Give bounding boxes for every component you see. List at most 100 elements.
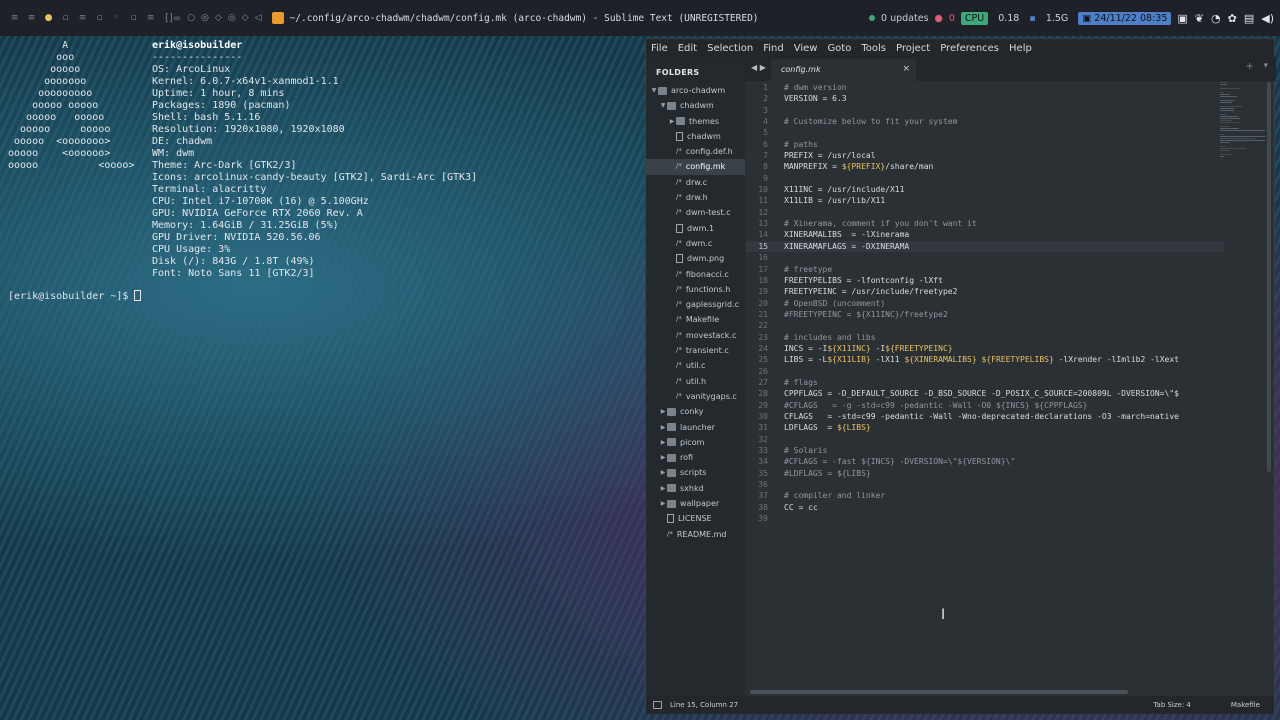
volume-icon[interactable]: ◀)	[1261, 12, 1274, 25]
tree-file[interactable]: /* vanitygaps.c	[646, 389, 745, 404]
code-line[interactable]: 23 # includes and libs	[746, 332, 1224, 343]
code-line[interactable]: 11 X11LIB = /usr/lib/X11	[746, 195, 1224, 206]
bar-icon-3[interactable]: ◇	[215, 13, 222, 23]
bar-icon-2[interactable]: ◎	[201, 13, 209, 23]
tree-folder[interactable]: ▼ chadwm	[646, 98, 745, 113]
code-line[interactable]: 36	[746, 479, 1224, 490]
code-line[interactable]: 21 #FREETYPEINC = ${X11INC}/freetype2	[746, 309, 1224, 320]
code-line[interactable]: 12	[746, 207, 1224, 218]
workspace-tag-1[interactable]: ≡	[6, 13, 23, 23]
code-line[interactable]: 28 CPPFLAGS = -D_DEFAULT_SOURCE -D_BSD_SO…	[746, 388, 1224, 399]
tree-file[interactable]: /* movestack.c	[646, 328, 745, 343]
code-line[interactable]: 25 LIBS = -L${X11LIB} -lX11 ${XINERAMALIB…	[746, 354, 1224, 365]
tree-folder[interactable]: ▶ rofi	[646, 450, 745, 465]
code-line[interactable]: 27 # flags	[746, 377, 1224, 388]
vertical-scrollbar[interactable]	[1267, 82, 1271, 472]
clipboard-icon[interactable]: ▤	[1244, 12, 1254, 25]
horizontal-scrollbar[interactable]	[750, 690, 1128, 694]
code-line[interactable]: 7 PREFIX = /usr/local	[746, 150, 1224, 161]
camera-icon[interactable]: ▣	[1177, 12, 1187, 25]
menu-selection[interactable]: Selection	[707, 43, 753, 54]
gear-icon[interactable]: ✿	[1228, 12, 1237, 25]
code-line[interactable]: 29 #CFLAGS = -g -std=c99 -pedantic -Wall …	[746, 400, 1224, 411]
menu-preferences[interactable]: Preferences	[940, 43, 999, 54]
new-tab-icon[interactable]: +	[1246, 61, 1254, 72]
code-line[interactable]: 33 # Solaris	[746, 445, 1224, 456]
code-line[interactable]: 30 CFLAGS = -std=c99 -pedantic -Wall -Wno…	[746, 411, 1224, 422]
code-line[interactable]: 10 X11INC = /usr/include/X11	[746, 184, 1224, 195]
code-line[interactable]: 6 # paths	[746, 139, 1224, 150]
code-line[interactable]: 19 FREETYPEINC = /usr/include/freetype2	[746, 286, 1224, 297]
tree-file[interactable]: /* fibonacci.c	[646, 267, 745, 282]
workspace-tag-3[interactable]: ●	[40, 13, 57, 23]
code-line[interactable]: 17 # freetype	[746, 264, 1224, 275]
panel-toggle-icon[interactable]	[653, 701, 662, 709]
tree-folder[interactable]: ▶ wallpaper	[646, 496, 745, 511]
code-line[interactable]: 35 #LDFLAGS = ${LIBS}	[746, 468, 1224, 479]
cursor-position[interactable]: Line 15, Column 27	[670, 701, 738, 709]
tree-file[interactable]: /* transient.c	[646, 343, 745, 358]
code-line[interactable]: 16	[746, 252, 1224, 263]
tree-file[interactable]: dwm.png	[646, 251, 745, 266]
tree-file[interactable]: chadwm	[646, 129, 745, 144]
close-icon[interactable]: ×	[902, 64, 910, 74]
code-editor[interactable]: 1 # dwm version 2 VERSION = 6.3 3 4 # Customiz…	[746, 82, 1224, 692]
bar-icon-5[interactable]: ◇	[242, 13, 249, 23]
terminal-window[interactable]: A ooo ooooo ooooooo ooooooooo ooooo oooo…	[0, 36, 640, 720]
workspace-tag-6[interactable]: ▫	[91, 13, 108, 23]
minimap[interactable]	[1220, 82, 1265, 172]
code-line[interactable]: 1 # dwm version	[746, 82, 1224, 93]
tree-file[interactable]: LICENSE	[646, 511, 745, 526]
tab-nav-arrows[interactable]: ◀ ▶	[751, 63, 766, 72]
code-line[interactable]: 4 # Customize below to fit your system	[746, 116, 1224, 127]
code-line[interactable]: 18 FREETYPELIBS = -lfontconfig -lXft	[746, 275, 1224, 286]
tab-config-mk[interactable]: config.mk ×	[771, 59, 916, 81]
tree-folder[interactable]: ▶ themes	[646, 114, 745, 129]
tree-file[interactable]: /* drw.h	[646, 190, 745, 205]
workspace-tag-8[interactable]: ▫	[125, 13, 142, 23]
code-line[interactable]: 20 # OpenBSD (uncomment)	[746, 298, 1224, 309]
code-line[interactable]: 2 VERSION = 6.3	[746, 93, 1224, 104]
code-line[interactable]: 34 #CFLAGS = -fast ${INCS} -DVERSION=\"${…	[746, 456, 1224, 467]
code-line[interactable]: 39	[746, 513, 1224, 524]
updates-label[interactable]: 0 updates	[881, 13, 929, 24]
wolf-icon[interactable]: ❦	[1195, 12, 1204, 25]
tree-file[interactable]: /* dwm.c	[646, 236, 745, 251]
syntax-mode[interactable]: Makefile	[1231, 701, 1260, 709]
tree-folder[interactable]: ▶ scripts	[646, 465, 745, 480]
menu-help[interactable]: Help	[1009, 43, 1032, 54]
tree-file[interactable]: /* dwm-test.c	[646, 205, 745, 220]
tree-folder[interactable]: ▶ conky	[646, 404, 745, 419]
code-line[interactable]: 14 XINERAMALIBS = -lXinerama	[746, 229, 1224, 240]
code-line[interactable]: 32	[746, 434, 1224, 445]
workspace-tag-7[interactable]: ◦	[108, 13, 125, 23]
tree-folder[interactable]: ▶ picom	[646, 435, 745, 450]
workspace-tag-2[interactable]: ≡	[23, 13, 40, 23]
bar-icon-4[interactable]: ◎	[228, 13, 236, 23]
tree-folder[interactable]: ▶ sxhkd	[646, 481, 745, 496]
tree-file[interactable]: /* util.c	[646, 358, 745, 373]
tree-file[interactable]: /* config.def.h	[646, 144, 745, 159]
code-line[interactable]: 9	[746, 173, 1224, 184]
code-line[interactable]: 13 # Xinerama, comment if you don't want …	[746, 218, 1224, 229]
menu-find[interactable]: Find	[763, 43, 784, 54]
bar-icon-1[interactable]: ○	[187, 13, 195, 23]
menu-file[interactable]: File	[651, 43, 668, 54]
workspace-tag-9[interactable]: ≡	[142, 13, 159, 23]
code-line[interactable]: 5	[746, 127, 1224, 138]
menu-project[interactable]: Project	[896, 43, 930, 54]
code-line[interactable]: 37 # compiler and linker	[746, 490, 1224, 501]
tree-file[interactable]: /* Makefile	[646, 312, 745, 327]
tree-folder[interactable]: ▼ arco-chadwm	[646, 83, 745, 98]
code-line[interactable]: 3	[746, 105, 1224, 116]
code-line[interactable]: 22	[746, 320, 1224, 331]
tree-file[interactable]: /* functions.h	[646, 282, 745, 297]
workspace-tag-4[interactable]: ▫	[57, 13, 74, 23]
tree-file[interactable]: /* gaplessgrid.c	[646, 297, 745, 312]
layout-indicator[interactable]: []=	[165, 13, 181, 24]
code-line[interactable]: 38 CC = cc	[746, 502, 1224, 513]
tree-file[interactable]: /* config.mk	[646, 159, 745, 175]
code-line[interactable]: 31 LDFLAGS = ${LIBS}	[746, 422, 1224, 433]
tree-file[interactable]: /* util.h	[646, 374, 745, 389]
menu-tools[interactable]: Tools	[861, 43, 886, 54]
